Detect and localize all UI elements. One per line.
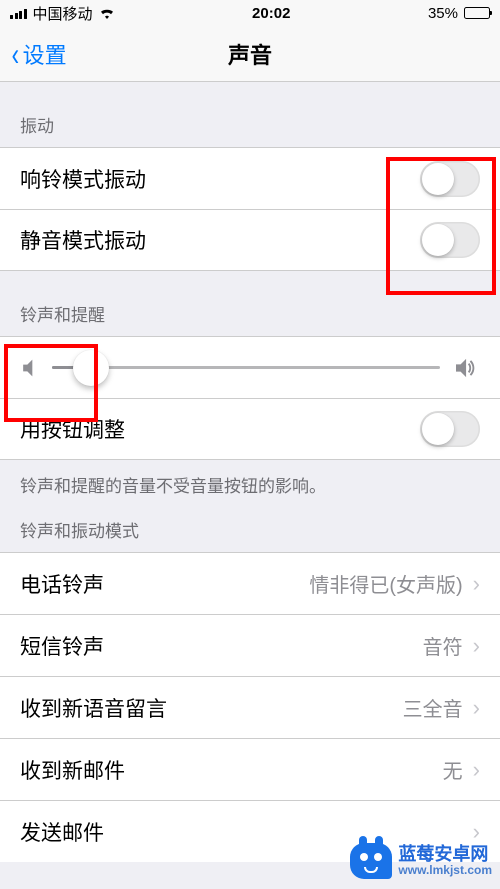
battery-icon bbox=[464, 7, 490, 19]
chevron-right-icon: › bbox=[473, 571, 480, 597]
row-label: 静音模式振动 bbox=[20, 225, 146, 255]
section-header-vibration: 振动 bbox=[0, 82, 500, 147]
volume-high-icon bbox=[454, 357, 480, 379]
signal-icon bbox=[10, 7, 27, 19]
status-right: 35% bbox=[428, 5, 490, 22]
row-value: 情非得已(女声版) bbox=[309, 569, 462, 598]
row-new-mail[interactable]: 收到新邮件 无 › bbox=[0, 738, 500, 800]
row-label: 响铃模式振动 bbox=[20, 164, 146, 194]
volume-slider[interactable] bbox=[52, 366, 440, 369]
switch-ring-vibrate[interactable] bbox=[420, 161, 480, 197]
back-label: 设置 bbox=[23, 38, 67, 70]
section-header-patterns: 铃声和振动模式 bbox=[0, 497, 500, 552]
watermark-url: www.lmkjst.com bbox=[398, 864, 492, 877]
carrier-label: 中国移动 bbox=[33, 3, 93, 24]
chevron-left-icon: ‹ bbox=[12, 38, 19, 70]
volume-slider-row bbox=[0, 336, 500, 398]
row-label: 收到新语音留言 bbox=[20, 693, 167, 723]
row-label: 收到新邮件 bbox=[20, 755, 125, 785]
back-button[interactable]: ‹ 设置 bbox=[10, 38, 67, 70]
status-bar: 中国移动 20:02 35% bbox=[0, 0, 500, 26]
row-label: 发送邮件 bbox=[20, 817, 104, 847]
nav-bar: ‹ 设置 声音 bbox=[0, 26, 500, 82]
switch-button-adjust[interactable] bbox=[420, 411, 480, 447]
status-time: 20:02 bbox=[252, 5, 290, 22]
row-new-voicemail[interactable]: 收到新语音留言 三全音 › bbox=[0, 676, 500, 738]
row-ring-vibrate: 响铃模式振动 bbox=[0, 147, 500, 209]
row-button-adjust: 用按钮调整 bbox=[0, 398, 500, 460]
page-title: 声音 bbox=[228, 38, 272, 70]
slider-thumb[interactable] bbox=[73, 350, 109, 386]
chevron-right-icon: › bbox=[473, 695, 480, 721]
watermark: 蓝莓安卓网 www.lmkjst.com bbox=[350, 843, 492, 879]
row-value: 三全音 bbox=[403, 693, 463, 722]
chevron-right-icon: › bbox=[473, 757, 480, 783]
chevron-right-icon: › bbox=[473, 819, 480, 845]
row-phone-ringtone[interactable]: 电话铃声 情非得已(女声版) › bbox=[0, 552, 500, 614]
footer-note: 铃声和提醒的音量不受音量按钮的影响。 bbox=[0, 460, 500, 497]
row-label: 短信铃声 bbox=[20, 631, 104, 661]
row-label: 用按钮调整 bbox=[20, 414, 125, 444]
chevron-right-icon: › bbox=[473, 633, 480, 659]
volume-low-icon bbox=[20, 358, 38, 378]
row-silent-vibrate: 静音模式振动 bbox=[0, 209, 500, 271]
row-value: 无 bbox=[443, 755, 463, 784]
section-header-ringer: 铃声和提醒 bbox=[0, 271, 500, 336]
battery-percent: 35% bbox=[428, 5, 458, 22]
watermark-title: 蓝莓安卓网 bbox=[398, 845, 492, 865]
row-text-tone[interactable]: 短信铃声 音符 › bbox=[0, 614, 500, 676]
watermark-icon bbox=[350, 843, 392, 879]
row-label: 电话铃声 bbox=[20, 569, 104, 599]
wifi-icon bbox=[99, 7, 115, 19]
row-value: 音符 bbox=[423, 631, 463, 660]
status-left: 中国移动 bbox=[10, 3, 115, 24]
switch-silent-vibrate[interactable] bbox=[420, 222, 480, 258]
